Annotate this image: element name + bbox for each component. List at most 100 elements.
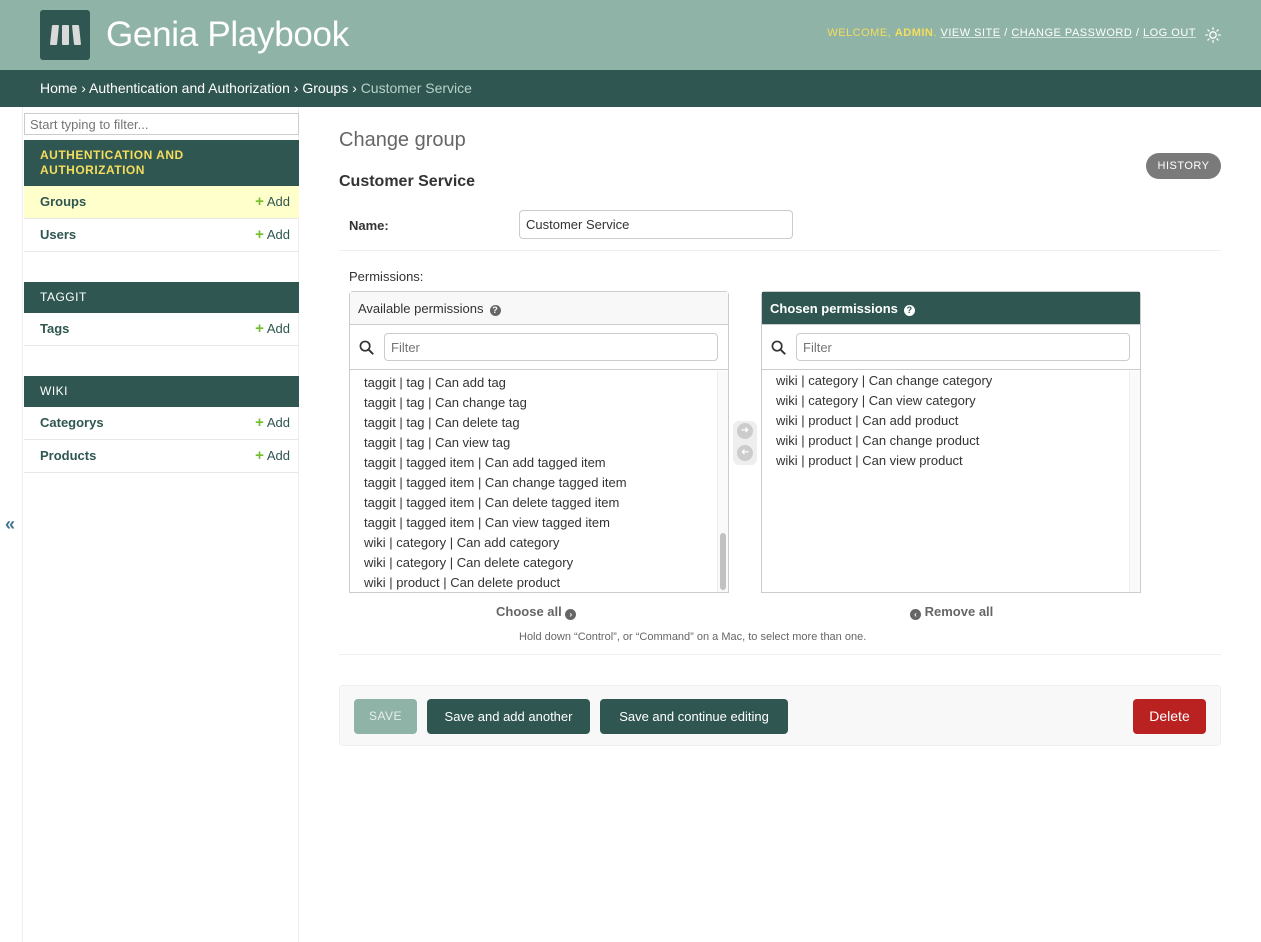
- permission-option[interactable]: taggit | tagged item | Can change tagged…: [350, 473, 728, 493]
- permission-option[interactable]: wiki | category | Can add category: [350, 533, 728, 553]
- divider: [339, 654, 1221, 655]
- theme-toggle-sun-icon[interactable]: [1205, 27, 1221, 43]
- chosen-filter-row: [762, 325, 1140, 370]
- permission-option[interactable]: taggit | tagged item | Can delete tagged…: [350, 493, 728, 513]
- permission-option[interactable]: taggit | tag | Can add tag: [350, 373, 728, 393]
- separator: /: [1135, 27, 1140, 39]
- sidebar-item-users[interactable]: Users + Add: [24, 219, 299, 252]
- plus-icon: +: [255, 414, 264, 431]
- add-users-link[interactable]: + Add: [255, 219, 290, 251]
- available-filter-input[interactable]: [384, 333, 718, 361]
- remove-all-label: Remove all: [924, 604, 994, 619]
- permission-option[interactable]: taggit | tag | Can change tag: [350, 393, 728, 413]
- add-tags-link[interactable]: + Add: [255, 313, 290, 345]
- sidebar-item-products[interactable]: Products + Add: [24, 440, 299, 473]
- name-label: Name:: [349, 218, 389, 233]
- add-categorys-link[interactable]: + Add: [255, 407, 290, 439]
- chosen-filter-input[interactable]: [796, 333, 1130, 361]
- app-caption-taggit[interactable]: TAGGIT: [24, 282, 299, 313]
- separator: /: [1004, 27, 1008, 39]
- view-site-link[interactable]: View site: [941, 27, 1001, 39]
- add-label: Add: [266, 227, 290, 242]
- help-icon[interactable]: ?: [489, 305, 501, 316]
- search-icon: [359, 340, 374, 355]
- breadcrumb-home[interactable]: Home: [40, 80, 77, 96]
- chevron-right-icon: ›: [565, 609, 577, 620]
- available-permissions-header: Available permissions?: [350, 292, 728, 325]
- breadcrumb-model[interactable]: Groups: [302, 80, 348, 96]
- add-groups-link[interactable]: + Add: [255, 186, 290, 218]
- name-field[interactable]: [519, 210, 793, 239]
- plus-icon: +: [255, 226, 264, 243]
- plus-icon: +: [255, 447, 264, 464]
- breadcrumb-separator: ›: [352, 80, 357, 96]
- permission-option[interactable]: wiki | category | Can change category: [762, 371, 1140, 391]
- permission-option[interactable]: wiki | product | Can delete product: [350, 573, 728, 592]
- choose-all-label: Choose all: [496, 604, 562, 619]
- add-label: Add: [266, 194, 290, 209]
- permission-option[interactable]: wiki | product | Can add product: [762, 411, 1140, 431]
- sidebar-item-label[interactable]: Groups: [40, 194, 86, 209]
- sidebar-item-label[interactable]: Categorys: [40, 415, 104, 430]
- permissions-label: Permissions:: [349, 269, 424, 284]
- sidebar-item-tags[interactable]: Tags + Add: [24, 313, 299, 346]
- sidebar-item-label[interactable]: Products: [40, 448, 96, 463]
- username: admin: [894, 27, 934, 39]
- remove-arrow-icon[interactable]: ➜: [737, 445, 753, 461]
- delete-button[interactable]: Delete: [1133, 699, 1206, 734]
- submit-row: SAVE Save and add another Save and conti…: [339, 685, 1221, 746]
- permission-option[interactable]: taggit | tagged item | Can view tagged i…: [350, 513, 728, 533]
- choose-all-button[interactable]: Choose all ›: [496, 604, 577, 620]
- permission-option[interactable]: wiki | category | Can delete category: [350, 553, 728, 573]
- header: Genia Playbook Welcome, admin. View site…: [0, 0, 1261, 70]
- available-permissions-title: Available permissions: [358, 301, 484, 316]
- add-label: Add: [266, 448, 290, 463]
- app-caption-wiki[interactable]: WIKI: [24, 376, 299, 407]
- save-and-add-another-button[interactable]: Save and add another: [427, 699, 590, 734]
- chosen-permissions-title: Chosen permissions: [770, 301, 898, 316]
- permission-option[interactable]: wiki | category | Can view category: [762, 391, 1140, 411]
- log-out-link[interactable]: Log out: [1143, 27, 1196, 39]
- change-password-link[interactable]: Change password: [1011, 27, 1132, 39]
- available-scrollbar[interactable]: [717, 371, 728, 592]
- sidebar-filter-input[interactable]: [24, 113, 299, 135]
- save-button[interactable]: SAVE: [354, 699, 417, 734]
- permission-option[interactable]: taggit | tag | Can view tag: [350, 433, 728, 453]
- name-form-row: Name:: [339, 202, 1221, 251]
- save-and-continue-button[interactable]: Save and continue editing: [600, 699, 788, 734]
- collapse-sidebar-button[interactable]: «: [5, 514, 15, 535]
- scrollbar-thumb[interactable]: [720, 533, 726, 590]
- breadcrumb-separator: ›: [81, 80, 86, 96]
- add-label: Add: [266, 415, 290, 430]
- permission-option[interactable]: taggit | tagged item | Can add tagged it…: [350, 453, 728, 473]
- logo-icon[interactable]: [40, 10, 90, 60]
- breadcrumb-app[interactable]: Authentication and Authorization: [89, 80, 290, 96]
- sidebar-item-label[interactable]: Users: [40, 227, 76, 242]
- app-caption-auth[interactable]: Authentication and Authorization: [24, 140, 299, 186]
- history-button[interactable]: History: [1146, 153, 1221, 179]
- plus-icon: +: [255, 320, 264, 337]
- permission-option[interactable]: wiki | product | Can view product: [762, 451, 1140, 471]
- page-title: Change group: [339, 129, 466, 151]
- add-label: Add: [266, 321, 290, 336]
- available-permissions-list[interactable]: taggit | tag | Can add tag taggit | tag |…: [350, 371, 728, 592]
- search-icon: [771, 340, 786, 355]
- add-products-link[interactable]: + Add: [255, 440, 290, 472]
- breadcrumb-current: Customer Service: [360, 80, 472, 96]
- chosen-permissions-list[interactable]: wiki | category | Can change category wik…: [762, 371, 1140, 592]
- choose-arrow-icon[interactable]: ➜: [737, 423, 753, 439]
- chosen-scrollbar[interactable]: [1129, 371, 1140, 592]
- sidebar-item-label[interactable]: Tags: [40, 321, 69, 336]
- sidebar-item-groups[interactable]: Groups + Add: [24, 186, 299, 219]
- sidebar-item-categorys[interactable]: Categorys + Add: [24, 407, 299, 440]
- user-tools: Welcome, admin. View site / Change passw…: [827, 27, 1196, 39]
- site-title[interactable]: Genia Playbook: [106, 15, 349, 55]
- help-icon[interactable]: ?: [903, 305, 915, 316]
- breadcrumb-separator: ›: [293, 80, 299, 96]
- permission-option[interactable]: taggit | tag | Can delete tag: [350, 413, 728, 433]
- available-permissions-box: Available permissions? taggit | tag | Ca…: [349, 291, 729, 593]
- help-text: Hold down “Control”, or “Command” on a M…: [519, 631, 867, 643]
- permission-option[interactable]: wiki | product | Can change product: [762, 431, 1140, 451]
- remove-all-button[interactable]: ‹ Remove all: [910, 604, 993, 620]
- sidebar: Authentication and Authorization Groups …: [22, 107, 299, 942]
